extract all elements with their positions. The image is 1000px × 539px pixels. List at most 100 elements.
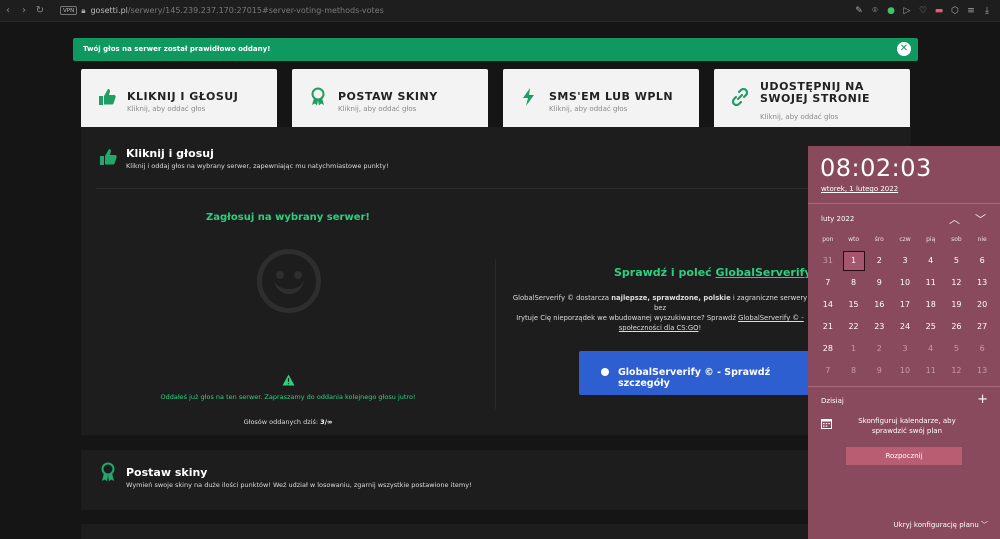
close-icon[interactable]: ✕ <box>897 42 911 56</box>
community-link[interactable]: społeczności dla CS:GO <box>619 324 699 332</box>
send-icon[interactable]: ▷ <box>902 6 912 16</box>
calendar-day[interactable]: 5 <box>944 338 970 360</box>
calendar-day[interactable]: 11 <box>918 360 944 382</box>
browser-toolbar: ‹ › ↻ VPN 🔒︎ gosetti.pl/serwery/145.239.… <box>0 0 1000 22</box>
add-event-icon[interactable]: + <box>977 392 988 407</box>
globalserverify-description: GlobalServerify © dostarcza najlepsze, s… <box>512 294 808 332</box>
thumbs-up-icon <box>98 147 118 172</box>
weekday: pią <box>926 236 936 243</box>
forward-icon[interactable]: › <box>16 0 32 22</box>
calendar-day[interactable]: 8 <box>841 360 867 382</box>
calendar-day[interactable]: 3 <box>892 338 918 360</box>
address-bar[interactable]: gosetti.pl/serwery/145.239.237.170:27015… <box>90 6 383 15</box>
clock-time: 08:02:03 <box>820 154 932 182</box>
calendar-day[interactable]: 8 <box>841 272 867 294</box>
chevron-down-icon[interactable]: ﹀ <box>975 211 986 227</box>
info-icon <box>601 368 609 376</box>
heart-icon[interactable]: ♡ <box>918 6 928 16</box>
calendar-day[interactable]: 10 <box>892 272 918 294</box>
calendar-day[interactable]: 20 <box>969 294 995 316</box>
calendar-month[interactable]: luty 2022 <box>821 215 854 223</box>
globalserverify-details-button[interactable]: GlobalServerify © - Sprawdź szczegóły <box>579 351 819 395</box>
calendar-day[interactable]: 2 <box>866 250 892 272</box>
download-icon[interactable]: ⤓ <box>982 6 992 16</box>
calendar-day[interactable]: 23 <box>866 316 892 338</box>
globalserverify-inline-link[interactable]: GlobalServerify © - <box>738 314 804 322</box>
menu-icon[interactable]: ≡ <box>966 6 976 16</box>
configure-calendars-text: Skonfiguruj kalendarze, aby sprawdzić sw… <box>858 417 956 435</box>
lock-icon: 🔒︎ <box>81 5 86 15</box>
card-subtitle: Kliknij, aby oddać głos <box>760 113 839 121</box>
wallet-icon[interactable]: ▬ <box>934 6 944 16</box>
back-icon[interactable]: ‹ <box>0 0 16 22</box>
calendar-day[interactable]: 28 <box>815 338 841 360</box>
success-toast: Twój głos na serwer został prawidłowo od… <box>73 38 918 61</box>
calendar-day[interactable]: 15 <box>841 294 867 316</box>
calendar-day[interactable]: 1 <box>841 250 867 272</box>
card-click-and-vote[interactable]: KLIKNIJ I GŁOSUJ Kliknij, aby oddać głos <box>81 69 277 135</box>
hide-plan-link[interactable]: Ukryj konfigurację planu ﹀ <box>894 520 988 530</box>
vertical-divider <box>495 259 496 409</box>
weekday: sob <box>951 236 962 243</box>
already-voted-message: Oddałeś już głos na ten serwer. Zaprasza… <box>160 393 416 401</box>
weekday: pon <box>822 236 834 243</box>
calendar-day[interactable]: 13 <box>969 272 995 294</box>
calendar-day[interactable]: 31 <box>815 250 841 272</box>
calendar-day[interactable]: 9 <box>866 360 892 382</box>
calendar-day[interactable]: 7 <box>815 360 841 382</box>
calendar-day[interactable]: 10 <box>892 360 918 382</box>
calendar-day[interactable]: 17 <box>892 294 918 316</box>
card-title: UDOSTĘPNIJ NA SWOJEJ STRONIE <box>760 80 870 105</box>
divider <box>808 203 1000 204</box>
calendar-day[interactable]: 3 <box>892 250 918 272</box>
calendar-day[interactable]: 12 <box>944 360 970 382</box>
calendar-day[interactable]: 27 <box>969 316 995 338</box>
weekday: czw <box>899 236 911 243</box>
card-subtitle: Kliknij, aby oddać głos <box>549 105 628 113</box>
calendar-day[interactable]: 6 <box>969 338 995 360</box>
link-icon <box>730 87 750 107</box>
weekday: śro <box>874 236 884 243</box>
calendar-day[interactable]: 13 <box>969 360 995 382</box>
calendar-day[interactable]: 9 <box>866 272 892 294</box>
votes-today: Głosów oddanych dziś: 3/∞ <box>243 418 333 426</box>
calendar-day[interactable]: 18 <box>918 294 944 316</box>
calendar-grid: 31 1 2 3 4 5 6 7 8 9 10 11 12 13 14 15 16 17 18 19 20 21 22 23 2… <box>815 250 995 382</box>
calendar-day[interactable]: 1 <box>841 338 867 360</box>
camera-icon[interactable]: ⌾ <box>870 6 880 16</box>
calendar-day[interactable]: 4 <box>918 338 944 360</box>
award-icon <box>308 87 328 107</box>
extensions-bar: ✎ ⌾ ● ▷ ♡ ▬ ⬡ ≡ ⤓ <box>854 0 992 22</box>
calendar-day[interactable]: 21 <box>815 316 841 338</box>
calendar-day[interactable]: 12 <box>944 272 970 294</box>
calendar-day[interactable]: 24 <box>892 316 918 338</box>
weekday: wto <box>848 236 860 243</box>
button-label: GlobalServerify © - Sprawdź szczegóły <box>618 367 771 389</box>
edit-icon[interactable]: ✎ <box>854 6 864 16</box>
calendar-day[interactable]: 22 <box>841 316 867 338</box>
calendar-day[interactable]: 4 <box>918 250 944 272</box>
card-bet-skins[interactable]: POSTAW SKINY Kliknij, aby oddać głos <box>292 69 488 135</box>
card-sms-wpln[interactable]: SMS'EM LUB WPLN Kliknij, aby oddać głos <box>503 69 699 135</box>
clock-date[interactable]: wtorek, 1 lutego 2022 <box>821 185 898 193</box>
vpn-badge[interactable]: VPN <box>60 6 78 15</box>
calendar-day[interactable]: 14 <box>815 294 841 316</box>
calendar-day[interactable]: 7 <box>815 272 841 294</box>
calendar-day[interactable]: 25 <box>918 316 944 338</box>
calendar-day[interactable]: 11 <box>918 272 944 294</box>
calendar-day[interactable]: 19 <box>944 294 970 316</box>
today-label: Dzisiaj <box>821 397 844 405</box>
card-subtitle: Kliknij, aby oddać głos <box>338 105 417 113</box>
cube-icon[interactable]: ⬡ <box>950 6 960 16</box>
calendar-day[interactable]: 6 <box>969 250 995 272</box>
shield-icon[interactable]: ● <box>886 6 896 16</box>
calendar-day[interactable]: 16 <box>866 294 892 316</box>
calendar-day[interactable]: 5 <box>944 250 970 272</box>
warning-icon <box>282 374 295 386</box>
start-button[interactable]: Rozpocznij <box>846 447 962 465</box>
card-share-on-site[interactable]: UDOSTĘPNIJ NA SWOJEJ STRONIE Kliknij, aby… <box>714 69 910 135</box>
reload-icon[interactable]: ↻ <box>32 0 48 22</box>
calendar-day[interactable]: 26 <box>944 316 970 338</box>
calendar-day[interactable]: 2 <box>866 338 892 360</box>
chevron-up-icon[interactable]: ︿ <box>949 211 960 227</box>
